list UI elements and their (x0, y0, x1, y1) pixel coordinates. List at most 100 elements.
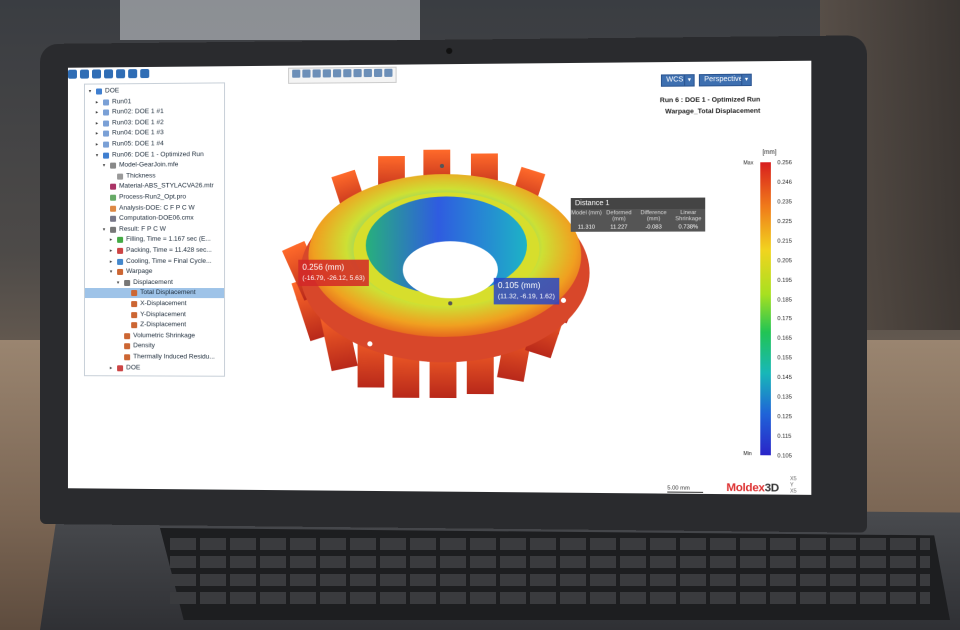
distance-header-row: Model (mm) Deformed (mm) Difference (mm)… (571, 209, 705, 224)
expand-toggle-icon[interactable]: ▸ (94, 129, 100, 139)
tree-node[interactable]: Density (115, 342, 155, 352)
tree-node[interactable]: ▾ Result: F P C W (101, 224, 166, 234)
expand-toggle-icon[interactable]: ▸ (94, 108, 100, 118)
tree-node-label: Analysis-DOE: C F P C W (119, 203, 195, 213)
tree-node[interactable]: ▸ Run05: DOE 1 #4 (94, 139, 164, 149)
tree-node[interactable]: X-Displacement (122, 299, 186, 309)
expand-toggle-icon[interactable]: ▸ (94, 118, 100, 128)
list-view-icon[interactable] (80, 70, 89, 79)
distance-panel[interactable]: Distance 1 Model (mm) Deformed (mm) Diff… (571, 198, 705, 232)
distance-header: Difference (mm) (636, 210, 672, 222)
view-cube-icon[interactable] (333, 69, 341, 77)
tree-node[interactable]: Computation-DOE06.cmx (101, 214, 194, 224)
probe-callout-min[interactable]: 0.105 (mm) (11.32, -6.19, 1.62) (494, 278, 559, 305)
probe-callout-max[interactable]: 0.256 (mm) (-16.79, -26.12, 5.63) (298, 260, 369, 286)
expand-toggle-icon[interactable]: ▾ (115, 278, 121, 288)
legend-tick-label: 0.195 (777, 277, 792, 283)
filter-icon[interactable] (92, 69, 101, 78)
node-icon (124, 333, 130, 339)
legend-tick-label: 0.135 (777, 395, 792, 401)
webcam (446, 48, 452, 54)
fit-icon[interactable] (323, 69, 331, 77)
tree-node[interactable]: Volumetric Shrinkage (115, 331, 195, 341)
tree-node[interactable]: ▸ Run02: DOE 1 #1 (94, 107, 164, 118)
expand-toggle-icon[interactable]: ▸ (108, 257, 114, 267)
tree-node[interactable]: ▸ Filling, Time = 1.167 sec (E... (108, 235, 211, 245)
expand-toggle-icon[interactable]: ▸ (108, 235, 114, 245)
expand-toggle-icon[interactable]: ▾ (101, 225, 107, 235)
tree-node[interactable]: Thickness (108, 171, 156, 181)
tree-node-label: Y-Displacement (140, 310, 186, 320)
distance-value: 11.227 (602, 224, 636, 230)
legend-ticks: 0.256 0.246 0.235 0.225 0.215 0.205 0.195 0.185… (68, 61, 811, 68)
expand-toggle-icon[interactable]: ▸ (108, 246, 114, 256)
tree-node-label: Model-GearJoin.mfe (119, 160, 178, 170)
brand-name: Moldex (726, 482, 764, 495)
expand-toggle-icon[interactable]: ▸ (94, 97, 100, 107)
tree-node-label: Result: F P C W (119, 224, 166, 234)
tree-node[interactable]: Analysis-DOE: C F P C W (101, 203, 195, 213)
tree-node[interactable]: ▸ Cooling, Time = Final Cycle... (108, 256, 212, 266)
rotate-icon[interactable] (302, 69, 310, 77)
tree-node[interactable]: ▾ Warpage (108, 267, 152, 277)
tree-view-icon[interactable] (68, 70, 77, 79)
tree-node-label: Run01 (112, 97, 131, 107)
visibility-icon[interactable] (374, 69, 382, 77)
tree-node[interactable]: Total Displacement (85, 288, 224, 298)
distance-header: Model (mm) (571, 210, 602, 222)
expand-toggle-icon[interactable]: ▾ (87, 87, 93, 97)
legend-tick-label: 0.205 (777, 258, 792, 264)
view-toolbar (288, 67, 397, 84)
settings-icon[interactable] (116, 69, 125, 78)
tree-node[interactable]: Material-ABS_STYLACVA26.mtr (101, 182, 214, 193)
tree-node[interactable]: ▾ Model-GearJoin.mfe (101, 160, 178, 170)
probe-point-blue[interactable] (561, 298, 566, 303)
tree-node-label: Density (133, 342, 155, 352)
node-icon (103, 99, 109, 105)
layout-icon[interactable] (384, 69, 392, 77)
tree-node-label: Run02: DOE 1 #1 (112, 107, 164, 117)
tree-node[interactable]: ▾ Run06: DOE 1 - Optimized Run (94, 150, 204, 161)
laptop-lid: WCS ▾ Perspective ▾ ▾ DOE ▸ Run01 ▸ Run02: DO… (40, 35, 867, 532)
legend-tick-label: 0.105 (777, 453, 792, 459)
chevron-down-icon[interactable]: ▾ (741, 74, 752, 86)
tree-node[interactable]: Thermally Induced Residu... (115, 352, 215, 362)
tree-node[interactable]: ▾ Displacement (115, 278, 173, 288)
expand-toggle-icon[interactable]: ▾ (108, 267, 114, 277)
tree-node[interactable]: ▾ DOE (87, 86, 119, 96)
tree-node[interactable]: ▸ Run04: DOE 1 #3 (94, 129, 164, 139)
expand-toggle-icon[interactable]: ▸ (108, 363, 114, 373)
tree-node[interactable]: ▸ Packing, Time = 11.428 sec... (108, 246, 212, 256)
warning-icon[interactable] (104, 69, 113, 78)
probe-point-red[interactable] (367, 341, 372, 346)
run-title: Run 6 : DOE 1 - Optimized Run (660, 94, 760, 106)
node-icon (110, 227, 116, 233)
moldex3d-logo: Moldex3D (726, 482, 779, 495)
tree-node[interactable]: ▸ DOE (108, 363, 140, 373)
legend-tick-label: 0.175 (777, 316, 792, 322)
section-icon[interactable] (353, 69, 361, 77)
measure-icon[interactable] (343, 69, 351, 77)
probe-coordinates: (-16.79, -26.12, 5.63) (302, 273, 365, 284)
tree-node[interactable]: ▸ Run01 (94, 97, 131, 107)
expand-toggle-icon[interactable]: ▸ (94, 140, 100, 150)
tree-node[interactable]: Process-Run2_Opt.pro (101, 192, 186, 202)
node-icon (131, 322, 137, 328)
move-icon[interactable] (292, 70, 300, 78)
tree-node[interactable]: Z-Displacement (122, 320, 186, 330)
node-icon (117, 259, 123, 265)
node-icon (110, 205, 116, 211)
node-icon (117, 365, 123, 371)
display-icon[interactable] (364, 69, 372, 77)
tree-node-label: Total Displacement (140, 288, 195, 298)
tree-node-label: Thermally Induced Residu... (133, 352, 215, 362)
expand-toggle-icon[interactable]: ▾ (101, 161, 107, 171)
zoom-icon[interactable] (313, 69, 321, 77)
chevron-down-icon[interactable]: ▾ (684, 74, 695, 86)
tree-node[interactable]: ▸ Run03: DOE 1 #2 (94, 118, 164, 129)
expand-toggle-icon[interactable]: ▾ (94, 150, 100, 160)
collapse-icon[interactable] (140, 69, 149, 78)
pin-icon[interactable] (128, 69, 137, 78)
tree-node[interactable]: Y-Displacement (122, 310, 186, 320)
node-icon (124, 344, 130, 350)
